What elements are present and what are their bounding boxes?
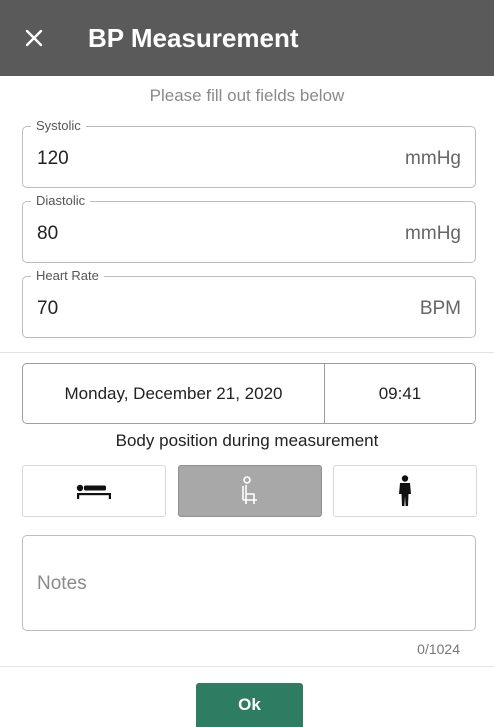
heart-rate-field[interactable]: Heart Rate 70 BPM (22, 268, 476, 338)
position-sitting-button[interactable] (178, 465, 322, 517)
form-hint: Please fill out fields below (149, 86, 345, 105)
diastolic-value: 80 (37, 223, 59, 244)
divider-bottom (0, 666, 494, 667)
position-lying-button[interactable] (22, 465, 166, 517)
heart-rate-value: 70 (37, 298, 59, 319)
heart-rate-label: Heart Rate (31, 268, 104, 284)
page-title: BP Measurement (88, 23, 299, 53)
date-time-picker: Monday, December 21, 2020 09:41 (22, 363, 476, 424)
date-button[interactable]: Monday, December 21, 2020 (23, 364, 325, 423)
divider (0, 352, 494, 353)
lying-person-icon (76, 484, 111, 499)
systolic-value: 120 (37, 148, 69, 169)
systolic-unit: mmHg (405, 148, 461, 169)
sitting-person-icon (242, 476, 257, 504)
notes-placeholder: Notes (37, 573, 87, 594)
notes-input[interactable]: Notes (22, 535, 476, 631)
notes-counter: 0/1024 (417, 641, 460, 657)
ok-button[interactable]: Ok (196, 683, 303, 727)
body-position-label: Body position during measurement (115, 431, 379, 450)
diastolic-field[interactable]: Diastolic 80 mmHg (22, 193, 476, 263)
time-button[interactable]: 09:41 (325, 364, 475, 423)
position-standing-button[interactable] (333, 465, 477, 517)
standing-person-icon (399, 475, 411, 506)
systolic-label: Systolic (31, 118, 86, 134)
heart-rate-unit: BPM (419, 298, 461, 319)
diastolic-label: Diastolic (31, 193, 91, 209)
systolic-field[interactable]: Systolic 120 mmHg (22, 118, 476, 188)
close-button[interactable] (18, 22, 50, 54)
top-app-bar: BP Measurement (0, 0, 494, 76)
close-icon (25, 29, 43, 47)
diastolic-unit: mmHg (405, 223, 461, 244)
